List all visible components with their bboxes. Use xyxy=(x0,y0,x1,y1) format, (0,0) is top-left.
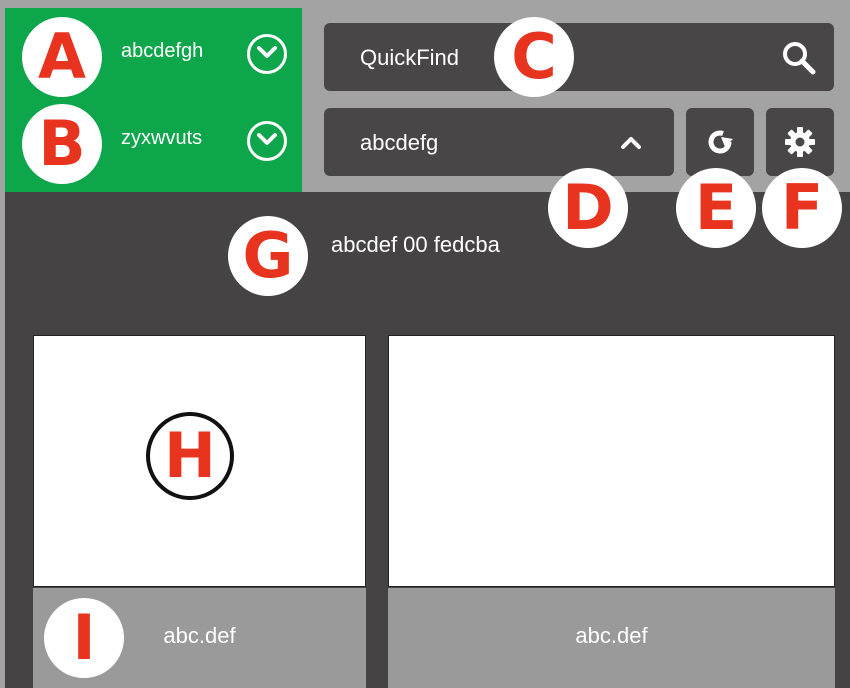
card-thumbnail[interactable] xyxy=(388,335,835,587)
refresh-button[interactable] xyxy=(686,108,754,176)
chevron-down-circle-icon[interactable] xyxy=(247,121,287,161)
search-icon[interactable] xyxy=(782,41,816,80)
refresh-icon xyxy=(708,130,733,154)
card-label: abc.def xyxy=(575,623,648,648)
content-area: abcdef 00 fedcba abc.def abc.def xyxy=(5,192,850,688)
gear-icon xyxy=(785,127,815,157)
filter-b-label: zyxwvuts xyxy=(121,127,203,149)
annotation-marker-e: E xyxy=(676,168,756,248)
settings-button[interactable] xyxy=(766,108,834,176)
annotation-marker-h: H xyxy=(146,412,234,500)
annotation-marker-f: F xyxy=(762,168,842,248)
search-placeholder: QuickFind xyxy=(360,45,460,70)
quickfind-search-input[interactable]: QuickFind xyxy=(324,23,834,91)
card-label-bar: abc.def xyxy=(388,588,835,688)
app-root: abcdefgh zyxwvuts QuickFind abcdefg abcd… xyxy=(0,0,850,688)
annotation-marker-a: A xyxy=(22,17,102,97)
category-dropdown[interactable]: abcdefg xyxy=(324,108,674,176)
annotation-marker-g: G xyxy=(228,216,308,296)
dropdown-value: abcdefg xyxy=(360,130,439,155)
content-caption: abcdef 00 fedcba xyxy=(331,232,500,257)
annotation-marker-i: I xyxy=(44,598,124,678)
annotation-marker-c: C xyxy=(494,17,574,97)
filter-a-label: abcdefgh xyxy=(121,40,204,62)
annotation-marker-b: B xyxy=(22,104,102,184)
chevron-down-circle-icon[interactable] xyxy=(247,34,287,74)
annotation-marker-d: D xyxy=(548,168,628,248)
chevron-up-icon xyxy=(620,136,642,155)
